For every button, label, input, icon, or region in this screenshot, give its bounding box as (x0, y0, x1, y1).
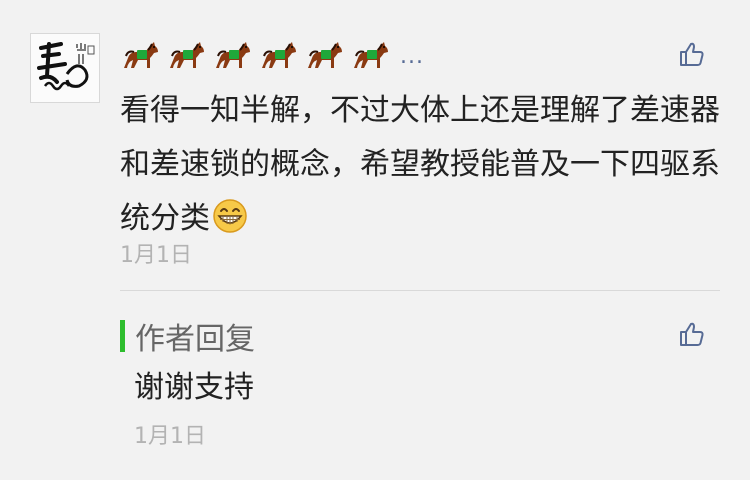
divider (120, 290, 720, 291)
name-ellipsis: ... (400, 43, 424, 69)
horse-emoji-icon (308, 42, 342, 68)
horse-emoji-icon (354, 42, 388, 68)
author-reply-text: 谢谢支持 (134, 370, 254, 405)
reply-accent-bar (120, 320, 125, 352)
author-reply-label: 作者回复 (135, 322, 255, 357)
grinning-face-emoji-icon (213, 199, 247, 233)
author-reply-header: 作者回复 (120, 314, 255, 358)
horse-emoji-icon (262, 42, 296, 68)
horse-emoji-icon (124, 42, 158, 68)
comment-text: 看得一知半解，不过大体上还是理解了差速器和差速锁的概念，希望教授能普及一下四驱系… (120, 84, 720, 246)
thumbs-up-icon[interactable] (678, 320, 706, 348)
commenter-name[interactable]: ... (120, 36, 424, 76)
comment-body: 看得一知半解，不过大体上还是理解了差速器和差速锁的概念，希望教授能普及一下四驱系… (120, 93, 720, 236)
calligraphy-avatar-image (31, 34, 99, 102)
avatar[interactable] (30, 33, 100, 103)
reply-date: 1月1日 (134, 424, 206, 449)
thumbs-up-icon[interactable] (678, 40, 706, 68)
horse-emoji-icon (170, 42, 204, 68)
comment-date: 1月1日 (120, 243, 192, 268)
horse-emoji-icon (216, 42, 250, 68)
